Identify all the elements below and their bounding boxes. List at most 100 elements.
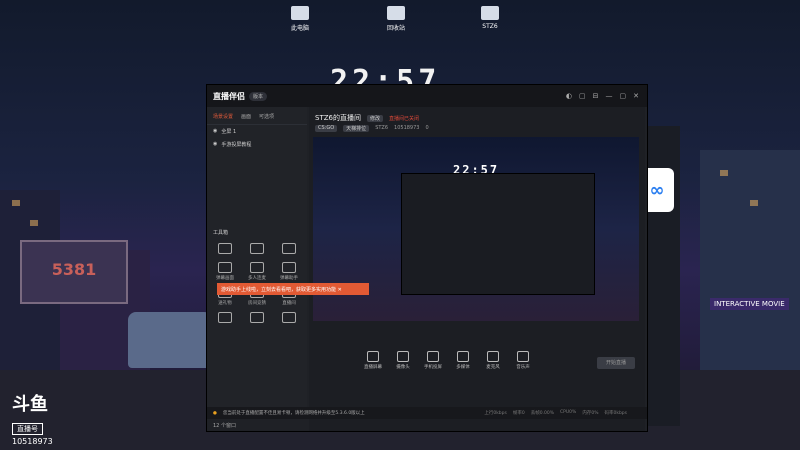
action-media[interactable]: 多媒体 (453, 351, 473, 370)
tool-label: 弹幕助手 (280, 276, 298, 281)
desktop-icon-label: STZ6 (482, 23, 498, 30)
camera-icon (397, 351, 409, 362)
brand-logo: 斗鱼 (12, 394, 48, 415)
tool-label: 房间竞猜 (248, 301, 266, 306)
eye-icon[interactable]: ◉ (213, 128, 217, 135)
tool-label: 弹幕画面 (216, 276, 234, 281)
app-title: 直播伴侣 (213, 91, 245, 101)
stat-upload: 上行0kbps (484, 411, 507, 416)
minimize-icon[interactable]: — (606, 92, 613, 100)
tool-icon (218, 312, 232, 323)
tool-label: 送礼物 (218, 301, 232, 306)
microphone-icon (487, 351, 499, 362)
media-icon (457, 351, 469, 362)
stat-dropped: 丢帧0.00% (530, 411, 555, 416)
streaming-app-window: 直播伴侣 版本 ◐ ▢ ⊟ — ▢ ✕ 场景设置 画面 可选项 ◉ 全屏 1 ◉… (206, 84, 648, 432)
room-id: 10518973 (394, 125, 420, 131)
room-header: STZ6的直播间 修改 直播间已关闭 (309, 107, 645, 123)
desktop-icon-computer[interactable]: 此电脑 (270, 6, 330, 32)
notification-toast[interactable]: 游戏助手上线啦，立刻去看看吧，获取更多实用功能 ✕ (217, 283, 369, 295)
tool-icon (218, 262, 232, 273)
tool-item[interactable]: 弹幕画面 (209, 262, 241, 281)
tool-item[interactable] (273, 243, 305, 256)
room-status: 直播间已关闭 (388, 115, 419, 122)
tool-icon (218, 243, 232, 254)
action-phone-cast[interactable]: 手机投屏 (423, 351, 443, 370)
desktop-icon-label: 此电脑 (290, 25, 309, 32)
tool-item[interactable] (241, 243, 273, 256)
tool-icon (250, 312, 264, 323)
status-warning: 您当前处于直播配置不佳且易卡顿，请检测网络并升级至5.3.6.0版以上 (222, 411, 365, 416)
tab-scenes[interactable]: 场景设置 (213, 113, 233, 120)
center-panel: STZ6的直播间 修改 直播间已关闭 CS:GO 天梯排位 STZ6 10518… (309, 107, 645, 431)
window-controls: ◐ ▢ ⊟ — ▢ ✕ (566, 92, 639, 100)
category-badge[interactable]: CS:GO (315, 125, 338, 132)
action-microphone[interactable]: 麦克风 (483, 351, 503, 370)
action-label: 音乐声 (516, 365, 530, 370)
left-tabs: 场景设置 画面 可选项 (207, 107, 307, 125)
stat-memory: 内存0% (582, 411, 599, 416)
version-badge[interactable]: 版本 (249, 91, 268, 101)
tool-icon (282, 243, 296, 254)
tool-item[interactable]: 弹幕助手 (273, 262, 305, 281)
desktop-icon-label: 回收站 (386, 25, 405, 32)
tool-item[interactable]: 多人连麦 (241, 262, 273, 281)
left-panel: 场景设置 画面 可选项 ◉ 全屏 1 ◉ 手游投屏教程 工具箱 弹幕画面 多人连… (207, 107, 369, 419)
tab-picture[interactable]: 画面 (241, 113, 251, 120)
tool-icon (282, 262, 296, 273)
maximize-icon[interactable]: ▢ (620, 92, 627, 100)
start-stream-button[interactable]: 开始直播 (597, 357, 635, 369)
scene-item[interactable]: ◉ 全屏 1 (207, 125, 307, 138)
status-bar: ● 您当前处于直播配置不佳且易卡顿，请检测网络并升级至5.3.6.0版以上 上行… (207, 407, 647, 419)
tool-icon (250, 262, 264, 273)
action-music[interactable]: 音乐声 (513, 351, 533, 370)
desktop-icon-recycle-bin[interactable]: 回收站 (366, 6, 426, 32)
lit-window (720, 170, 728, 176)
eye-icon[interactable]: ◉ (213, 141, 217, 148)
desktop-icon-drive[interactable]: STZ6 (460, 6, 520, 30)
tool-icon (282, 312, 296, 323)
phone-icon (427, 351, 439, 362)
close-icon[interactable]: ✕ (633, 92, 639, 100)
neon-sign: 5381 (20, 240, 128, 304)
menu-icon[interactable]: ⊟ (593, 92, 599, 100)
brand-tag: 直播号 (12, 423, 43, 435)
action-label: 多媒体 (456, 365, 470, 370)
tool-item[interactable] (209, 312, 241, 325)
stat-fps: 帧率0 (512, 411, 525, 416)
action-label: 摄像头 (396, 365, 410, 370)
room-title: STZ6的直播间 (315, 114, 361, 122)
lit-window (750, 200, 758, 206)
recycle-bin-icon (387, 6, 405, 20)
tool-item[interactable] (273, 312, 305, 325)
computer-icon (291, 6, 309, 20)
tab-options[interactable]: 可选项 (259, 113, 274, 120)
tool-item[interactable] (241, 312, 273, 325)
tool-item[interactable] (209, 243, 241, 256)
stream-stats: 上行0kbps 帧率0 丢帧0.00% CPU0% 内存0% 码率0kbps (484, 410, 627, 416)
brand-room-id: 10518973 (12, 437, 53, 446)
lit-window (30, 220, 38, 226)
edit-badge[interactable]: 修改 (366, 114, 383, 122)
action-label: 直播屏幕 (364, 365, 382, 370)
action-screen[interactable]: 直播屏幕 (363, 351, 383, 370)
brand-watermark: 斗鱼 直播号 10518973 (12, 390, 53, 446)
title-bar[interactable]: 直播伴侣 版本 ◐ ▢ ⊟ — ▢ ✕ (207, 85, 647, 107)
speaker-icon (517, 351, 529, 362)
skin-icon[interactable]: ◐ (566, 92, 572, 100)
source-actions: 直播屏幕 摄像头 手机投屏 多媒体 麦克风 音乐声 (363, 351, 533, 370)
stat-bitrate: 码率0kbps (604, 411, 627, 416)
scene-item[interactable]: ◉ 手游投屏教程 (207, 138, 307, 151)
nested-app-window (401, 173, 595, 295)
action-camera[interactable]: 摄像头 (393, 351, 413, 370)
owner-name: STZ6 (375, 125, 389, 131)
lit-window (12, 200, 20, 206)
scene-label: 全屏 1 (221, 129, 237, 135)
room-meta: CS:GO 天梯排位 STZ6 10518973 0 (309, 123, 645, 134)
drive-icon (481, 6, 499, 20)
stat-cpu: CPU0% (560, 410, 577, 415)
settings-icon[interactable]: ▢ (579, 92, 586, 100)
tool-label: 直播间 (282, 301, 296, 306)
level-badge[interactable]: 天梯排位 (343, 125, 370, 132)
screen-icon (367, 351, 379, 362)
